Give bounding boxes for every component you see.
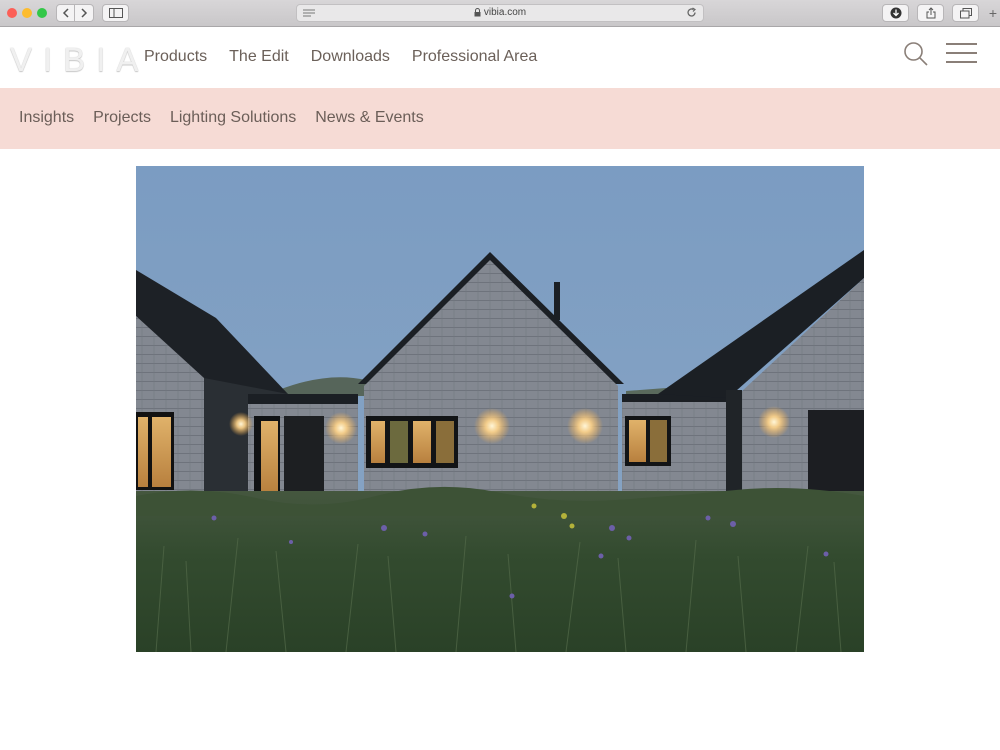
minimize-window-button[interactable]	[22, 8, 32, 18]
forward-button[interactable]	[75, 4, 94, 22]
downloads-button[interactable]	[882, 4, 909, 22]
show-tabs-button[interactable]	[952, 4, 979, 22]
house-dusk-photo	[136, 166, 864, 652]
subnav-news-events[interactable]: News & Events	[315, 109, 423, 127]
zoom-window-button[interactable]	[37, 8, 47, 18]
chevron-left-icon	[62, 8, 69, 18]
lock-icon	[474, 7, 481, 17]
subnav-projects[interactable]: Projects	[93, 109, 151, 127]
browser-toolbar: vibia.com +	[0, 0, 1000, 27]
main-nav: Products The Edit Downloads Professional…	[144, 48, 559, 66]
nav-downloads[interactable]: Downloads	[311, 48, 390, 66]
close-window-button[interactable]	[7, 8, 17, 18]
reload-icon[interactable]	[686, 7, 697, 18]
back-button[interactable]	[56, 4, 75, 22]
nav-the-edit[interactable]: The Edit	[229, 48, 289, 66]
url-text: vibia.com	[483, 7, 527, 18]
sub-nav: Insights Projects Lighting Solutions New…	[0, 88, 1000, 149]
sidebar-toggle-button[interactable]	[102, 4, 129, 22]
sidebar-icon	[108, 8, 123, 18]
tabs-overview-icon	[959, 7, 972, 18]
nav-professional-area[interactable]: Professional Area	[412, 48, 537, 66]
hero-image[interactable]	[136, 166, 864, 652]
share-button[interactable]	[917, 4, 944, 22]
new-tab-button[interactable]: +	[986, 4, 1000, 22]
nav-products[interactable]: Products	[144, 48, 207, 66]
subnav-lighting-solutions[interactable]: Lighting Solutions	[170, 109, 296, 127]
search-icon[interactable]	[903, 41, 929, 67]
site-header: VIBIA Products The Edit Downloads Profes…	[0, 27, 1000, 88]
download-icon	[890, 7, 901, 19]
subnav-insights[interactable]: Insights	[19, 109, 74, 127]
chevron-right-icon	[81, 8, 88, 18]
hamburger-menu-icon[interactable]	[946, 43, 977, 70]
share-icon	[926, 7, 935, 19]
address-bar[interactable]: vibia.com	[296, 4, 704, 22]
vibia-logo[interactable]: VIBIA	[10, 41, 149, 79]
